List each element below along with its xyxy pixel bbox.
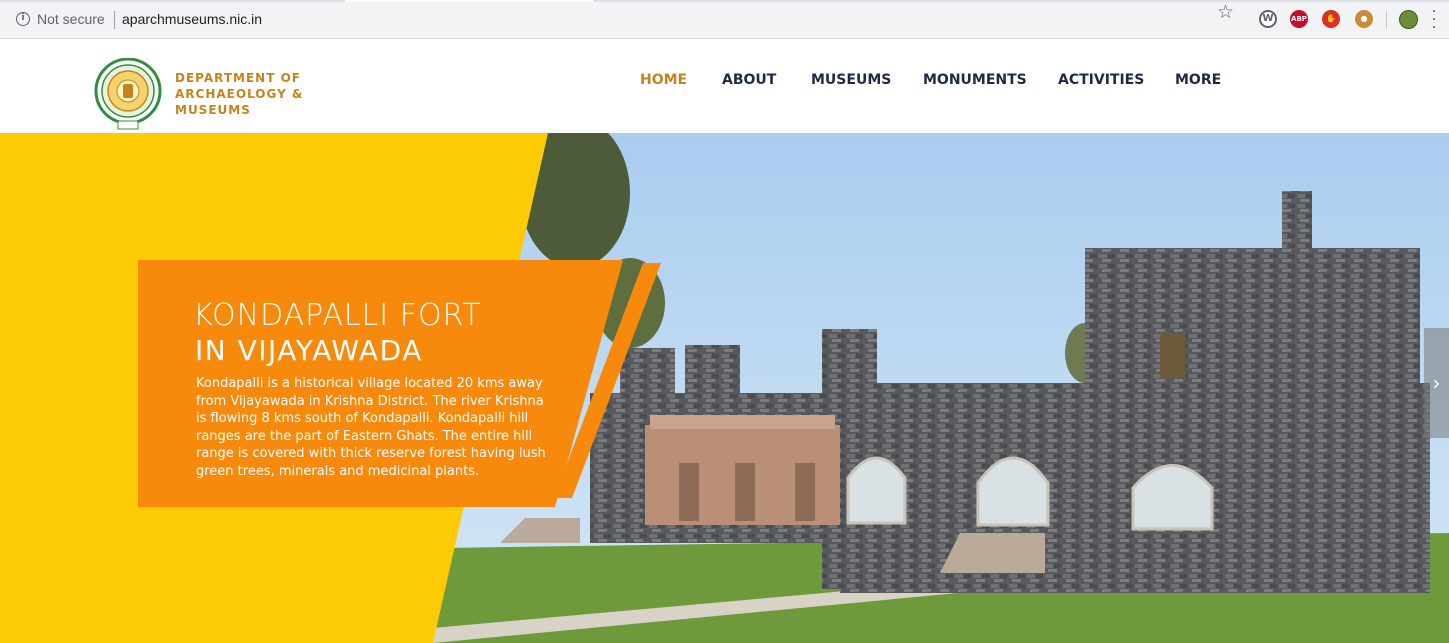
bookmark-star-icon[interactable]: ☆: [1217, 1, 1234, 24]
adblock-plus-icon[interactable]: ABP: [1290, 10, 1308, 28]
nav-activities[interactable]: ACTIVITIES: [1058, 72, 1144, 88]
dept-name-line2: ARCHAEOLOGY &: [175, 87, 304, 101]
dept-name-line1: DEPARTMENT OF: [175, 71, 301, 85]
nav-about[interactable]: ABOUT: [722, 72, 776, 88]
info-icon[interactable]: i: [16, 12, 30, 26]
profile-avatar[interactable]: [1399, 10, 1418, 29]
browser-chrome: i Not secure aparchmuseums.nic.in ☆ W AB…: [0, 0, 1449, 39]
hero-description: Kondapalli is a historical village locat…: [196, 376, 546, 479]
hero-slider: KONDAPALLI FORT IN VIJAYAWADA Kondapalli…: [0, 133, 1449, 643]
department-name[interactable]: DEPARTMENT OF ARCHAEOLOGY & MUSEUMS: [175, 70, 303, 118]
wordpress-icon[interactable]: W: [1259, 10, 1277, 28]
site-header: DEPARTMENT OF ARCHAEOLOGY & MUSEUMS HOME…: [0, 39, 1449, 133]
nav-museums[interactable]: MUSEUMS: [811, 72, 891, 88]
dept-name-line3: MUSEUMS: [175, 103, 251, 117]
nav-monuments[interactable]: MONUMENTS: [923, 72, 1027, 88]
hero-title-line2: IN VIJAYAWADA: [195, 334, 423, 367]
andhra-pradesh-emblem-logo[interactable]: [94, 58, 162, 132]
active-tab[interactable]: [345, 0, 593, 2]
nav-home[interactable]: HOME: [640, 72, 687, 88]
security-label[interactable]: Not secure: [37, 11, 105, 27]
slider-next-button[interactable]: ›: [1424, 328, 1449, 438]
address-bar[interactable]: i Not secure aparchmuseums.nic.in: [4, 6, 1244, 34]
browser-menu-icon[interactable]: · · ·: [1431, 1, 1437, 35]
address-separator: [114, 11, 115, 29]
url-text[interactable]: aparchmuseums.nic.in: [122, 11, 262, 27]
toolbar-divider: [1386, 11, 1387, 29]
nav-more[interactable]: MORE: [1175, 72, 1221, 88]
stop-hand-icon[interactable]: ✋: [1322, 10, 1340, 28]
hero-title-line1: KONDAPALLI FORT: [193, 298, 482, 333]
cookie-icon[interactable]: ●: [1355, 10, 1373, 28]
